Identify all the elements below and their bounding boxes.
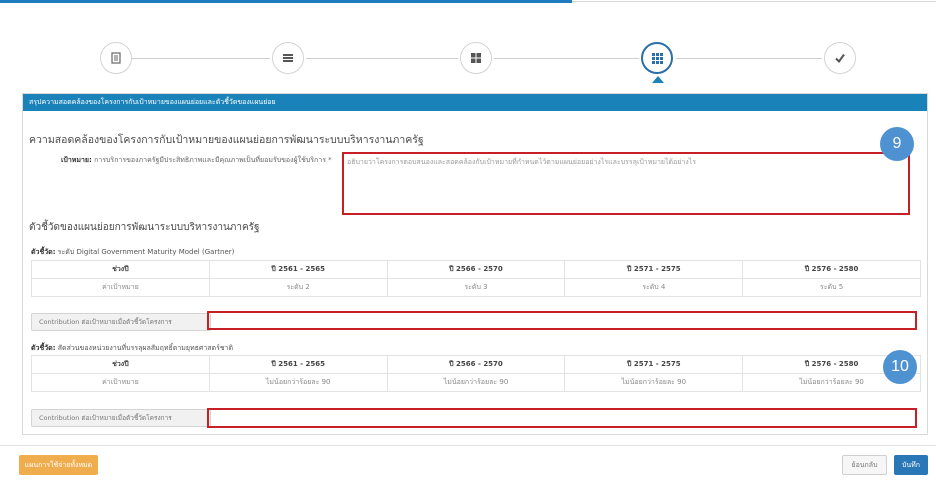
alignment-panel: สรุปความสอดคล้องของโครงการกับเป้าหมายของ… [22, 93, 928, 435]
goal-label-bold: เป้าหมาย: [61, 156, 92, 164]
stepper-connector [306, 58, 458, 59]
kpi1-header-1: ปี 2561 - 2565 [208, 260, 388, 279]
step-4-active[interactable] [641, 42, 673, 74]
kpi2-label: ตัวชี้วัด: สัดส่วนของหน่วยงานที่บรรลุผลส… [31, 343, 233, 354]
kpi2-contribution-input[interactable] [207, 408, 917, 428]
back-button[interactable]: ย้อนกลับ [842, 455, 887, 475]
kpi2-target-2: ไม่น้อยกว่าร้อยละ 90 [386, 373, 566, 392]
annotation-badge-10: 10 [883, 350, 917, 384]
kpi1-header-3: ปี 2571 - 2575 [564, 260, 744, 279]
goal-textarea[interactable]: อธิบายว่าโครงการตอบสนองและสอดคล้องกับเป้… [342, 152, 910, 215]
top-divider [572, 1, 936, 2]
document-icon [110, 52, 122, 64]
list-icon [282, 52, 294, 64]
kpi1-label: ตัวชี้วัด: ระดับ Digital Government Matu… [31, 247, 234, 258]
footer-divider [0, 445, 936, 446]
goal-textarea-placeholder: อธิบายว่าโครงการตอบสนองและสอดคล้องกับเป้… [347, 158, 696, 166]
kpi2-header-3: ปี 2571 - 2575 [564, 355, 744, 374]
goal-label-text: การบริการของภาครัฐมีประสิทธิภาพและมีคุณภ… [94, 156, 332, 164]
table-row: ค่าเป้าหมาย ระดับ 2 ระดับ 3 ระดับ 4 ระดั… [31, 278, 921, 297]
table-header-row: ช่วงปี ปี 2561 - 2565 ปี 2566 - 2570 ปี … [31, 260, 921, 279]
table-row: ค่าเป้าหมาย ไม่น้อยกว่าร้อยละ 90 ไม่น้อย… [31, 373, 921, 392]
kpi1-target-2: ระดับ 3 [386, 278, 566, 297]
indicator-section-title: ตัวชี้วัดของแผนย่อยการพัฒนาระบบบริหารงาน… [29, 222, 260, 233]
step-2[interactable] [272, 42, 304, 74]
check-icon [834, 52, 846, 64]
kpi2-contribution-label: Contribution ต่อเป้าหมายเมื่อตัวชี้วัดโค… [31, 409, 211, 427]
kpi2-table: ช่วงปี ปี 2561 - 2565 ปี 2566 - 2570 ปี … [31, 355, 921, 392]
kpi1-contribution-label: Contribution ต่อเป้าหมายเมื่อตัวชี้วัดโค… [31, 313, 211, 331]
kpi2-header-2: ปี 2566 - 2570 [386, 355, 566, 374]
kpi1-header-4: ปี 2576 - 2580 [742, 260, 921, 279]
active-step-pointer [652, 76, 664, 83]
step-3[interactable] [460, 42, 492, 74]
stepper-connector [494, 58, 639, 59]
kpi1-contribution-input[interactable] [207, 311, 917, 330]
top-accent-bar [0, 0, 572, 3]
step-1[interactable] [100, 42, 132, 74]
grid-four-icon [470, 52, 482, 64]
kpi1-table: ช่วงปี ปี 2561 - 2565 ปี 2566 - 2570 ปี … [31, 260, 921, 297]
kpi2-header-1: ปี 2561 - 2565 [208, 355, 388, 374]
stepper-connector [676, 58, 822, 59]
alignment-section-title: ความสอดคล้องของโครงการกับเป้าหมายของแผนย… [29, 134, 424, 146]
kpi1-label-text: ระดับ Digital Government Maturity Model … [57, 248, 235, 256]
goal-label: เป้าหมาย: การบริการของภาครัฐมีประสิทธิภา… [61, 155, 332, 166]
step-5[interactable] [824, 42, 856, 74]
kpi1-target-label: ค่าเป้าหมาย [31, 278, 210, 297]
spending-plan-button[interactable]: แผนการใช้จ่ายทั้งหมด [19, 455, 98, 475]
kpi1-header-period: ช่วงปี [31, 260, 210, 279]
save-button[interactable]: บันทึก [894, 455, 928, 475]
kpi2-target-label: ค่าเป้าหมาย [31, 373, 210, 392]
stepper-connector [132, 58, 270, 59]
kpi2-label-bold: ตัวชี้วัด: [31, 344, 56, 352]
annotation-badge-9: 9 [880, 127, 914, 161]
kpi1-target-4: ระดับ 5 [742, 278, 921, 297]
kpi2-label-text: สัดส่วนของหน่วยงานที่บรรลุผลสัมฤทธิ์ตามย… [57, 344, 234, 352]
kpi2-header-period: ช่วงปี [31, 355, 210, 374]
kpi1-target-1: ระดับ 2 [208, 278, 388, 297]
kpi1-header-2: ปี 2566 - 2570 [386, 260, 566, 279]
kpi1-target-3: ระดับ 4 [564, 278, 744, 297]
kpi2-target-3: ไม่น้อยกว่าร้อยละ 90 [564, 373, 744, 392]
kpi1-label-bold: ตัวชี้วัด: [31, 248, 56, 256]
grid-nine-icon [651, 52, 664, 65]
table-header-row: ช่วงปี ปี 2561 - 2565 ปี 2566 - 2570 ปี … [31, 355, 921, 374]
kpi2-target-1: ไม่น้อยกว่าร้อยละ 90 [208, 373, 388, 392]
wizard-stepper [0, 40, 936, 84]
panel-header: สรุปความสอดคล้องของโครงการกับเป้าหมายของ… [23, 94, 927, 111]
